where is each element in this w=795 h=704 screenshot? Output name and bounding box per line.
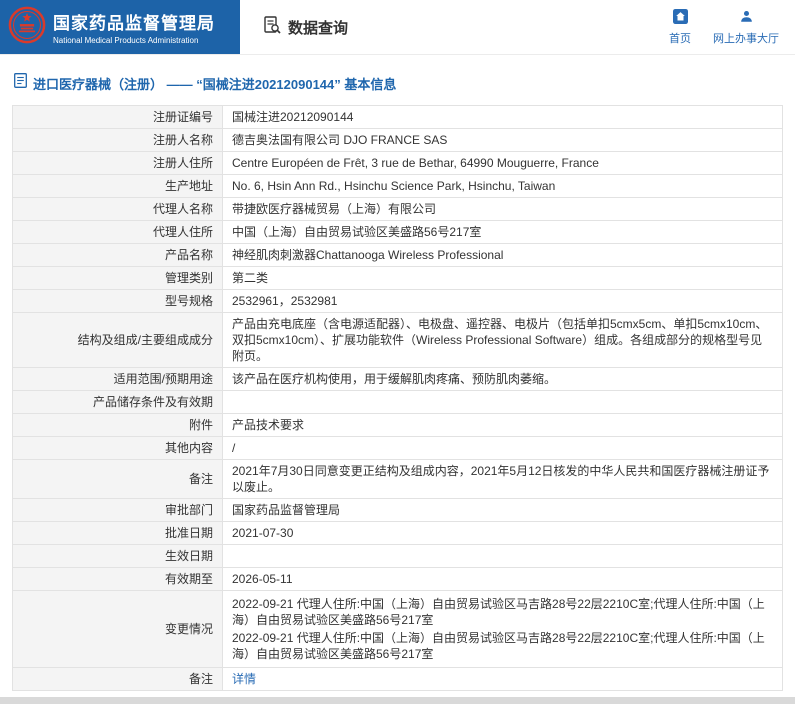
row-value: Centre Européen de Frêt, 3 rue de Bethar… — [223, 152, 783, 175]
row-value: 详情 — [223, 668, 783, 691]
table-row: 管理类别 第二类 — [13, 267, 783, 290]
table-row: 注册人名称 德吉奥法国有限公司 DJO FRANCE SAS — [13, 129, 783, 152]
row-value — [223, 545, 783, 568]
row-value: 第二类 — [223, 267, 783, 290]
table-row-change-history: 变更情况 2022-09-21 代理人住所:中国（上海）自由贸易试验区马吉路28… — [13, 591, 783, 668]
nav-hall-label: 网上办事大厅 — [713, 30, 779, 46]
table-row: 批准日期 2021-07-30 — [13, 522, 783, 545]
table-row: 审批部门 国家药品监督管理局 — [13, 499, 783, 522]
row-value: 2026-05-11 — [223, 568, 783, 591]
page-title-bar: 进口医疗器械（注册） —— “国械注进20212090144” 基本信息 — [0, 55, 795, 105]
row-label: 产品名称 — [13, 244, 223, 267]
row-value: 2022-09-21 代理人住所:中国（上海）自由贸易试验区马吉路28号22层2… — [223, 591, 783, 668]
row-label: 注册证编号 — [13, 106, 223, 129]
table-row: 产品名称 神经肌肉刺激器Chattanooga Wireless Profess… — [13, 244, 783, 267]
row-value: 中国（上海）自由贸易试验区美盛路56号217室 — [223, 221, 783, 244]
row-label: 备注 — [13, 668, 223, 691]
row-label: 变更情况 — [13, 591, 223, 668]
row-label: 注册人名称 — [13, 129, 223, 152]
table-row: 结构及组成/主要组成成分 产品由充电底座（含电源适配器）、电极盘、遥控器、电极片… — [13, 313, 783, 368]
row-label: 结构及组成/主要组成成分 — [13, 313, 223, 368]
nav-item-home[interactable]: 首页 — [669, 9, 691, 46]
row-value: 2021-07-30 — [223, 522, 783, 545]
table-row-remark-details: 备注 详情 — [13, 668, 783, 691]
table-row: 产品储存条件及有效期 — [13, 391, 783, 414]
row-label: 产品储存条件及有效期 — [13, 391, 223, 414]
nav-item-service-hall[interactable]: 网上办事大厅 — [713, 9, 779, 46]
row-value — [223, 391, 783, 414]
row-value: 产品技术要求 — [223, 414, 783, 437]
table-row: 有效期至 2026-05-11 — [13, 568, 783, 591]
change-entry: 2022-09-21 代理人住所:中国（上海）自由贸易试验区马吉路28号22层2… — [232, 596, 773, 628]
table-row: 适用范围/预期用途 该产品在医疗机构使用，用于缓解肌肉疼痛、预防肌肉萎缩。 — [13, 368, 783, 391]
row-label: 代理人住所 — [13, 221, 223, 244]
change-entry: 2022-09-21 代理人住所:中国（上海）自由贸易试验区马吉路28号22层2… — [232, 630, 773, 662]
row-value: 产品由充电底座（含电源适配器）、电极盘、遥控器、电极片（包括单扣5cmx5cm、… — [223, 313, 783, 368]
data-query-tab[interactable]: 数据查询 — [262, 0, 348, 54]
person-icon — [739, 9, 754, 27]
row-label: 代理人名称 — [13, 198, 223, 221]
row-value: 该产品在医疗机构使用，用于缓解肌肉疼痛、预防肌肉萎缩。 — [223, 368, 783, 391]
row-value: 神经肌肉刺激器Chattanooga Wireless Professional — [223, 244, 783, 267]
table-row: 附件 产品技术要求 — [13, 414, 783, 437]
search-document-icon — [262, 15, 282, 40]
row-value: / — [223, 437, 783, 460]
row-value: 国械注进20212090144 — [223, 106, 783, 129]
registration-info-table: 注册证编号 国械注进20212090144 注册人名称 德吉奥法国有限公司 DJ… — [12, 105, 783, 691]
row-label: 审批部门 — [13, 499, 223, 522]
row-label: 批准日期 — [13, 522, 223, 545]
agency-name-cn: 国家药品监督管理局 — [53, 9, 215, 34]
row-label: 管理类别 — [13, 267, 223, 290]
table-row: 生产地址 No. 6, Hsin Ann Rd., Hsinchu Scienc… — [13, 175, 783, 198]
document-icon — [14, 73, 27, 93]
row-value: No. 6, Hsin Ann Rd., Hsinchu Science Par… — [223, 175, 783, 198]
row-label: 附件 — [13, 414, 223, 437]
row-label: 其他内容 — [13, 437, 223, 460]
row-value: 带捷欧医疗器械贸易（上海）有限公司 — [223, 198, 783, 221]
row-label: 型号规格 — [13, 290, 223, 313]
nav-home-label: 首页 — [669, 30, 691, 46]
table-row: 代理人名称 带捷欧医疗器械贸易（上海）有限公司 — [13, 198, 783, 221]
table-row: 代理人住所 中国（上海）自由贸易试验区美盛路56号217室 — [13, 221, 783, 244]
row-value: 德吉奥法国有限公司 DJO FRANCE SAS — [223, 129, 783, 152]
row-value: 2532961，2532981 — [223, 290, 783, 313]
national-emblem-icon — [8, 6, 46, 49]
agency-name-en: National Medical Products Administration — [53, 36, 215, 45]
row-label: 有效期至 — [13, 568, 223, 591]
row-label: 备注 — [13, 460, 223, 499]
page-title: 进口医疗器械（注册） —— “国械注进20212090144” 基本信息 — [33, 74, 396, 93]
table-row: 型号规格 2532961，2532981 — [13, 290, 783, 313]
home-icon — [673, 9, 688, 27]
row-label: 生效日期 — [13, 545, 223, 568]
row-label: 适用范围/预期用途 — [13, 368, 223, 391]
data-query-title: 数据查询 — [288, 17, 348, 38]
row-label: 注册人住所 — [13, 152, 223, 175]
table-row: 注册证编号 国械注进20212090144 — [13, 106, 783, 129]
table-row: 注册人住所 Centre Européen de Frêt, 3 rue de … — [13, 152, 783, 175]
row-value: 2021年7月30日同意变更正结构及组成内容，2021年5月12日核发的中华人民… — [223, 460, 783, 499]
agency-brand: 国家药品监督管理局 National Medical Products Admi… — [0, 0, 240, 54]
footer-strip — [0, 697, 795, 704]
table-row: 其他内容 / — [13, 437, 783, 460]
table-row: 生效日期 — [13, 545, 783, 568]
table-row: 备注 2021年7月30日同意变更正结构及组成内容，2021年5月12日核发的中… — [13, 460, 783, 499]
top-nav: 首页 网上办事大厅 — [669, 0, 795, 54]
row-value: 国家药品监督管理局 — [223, 499, 783, 522]
top-bar: 国家药品监督管理局 National Medical Products Admi… — [0, 0, 795, 55]
details-link[interactable]: 详情 — [232, 672, 256, 686]
row-label: 生产地址 — [13, 175, 223, 198]
